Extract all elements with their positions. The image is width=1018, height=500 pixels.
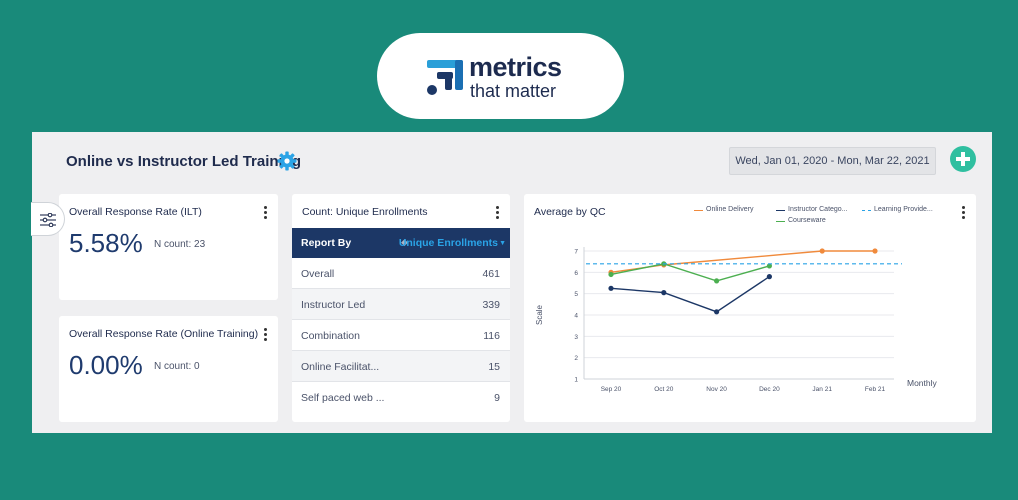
x-tick-label: Nov 20	[706, 386, 727, 393]
series-point-2	[714, 278, 720, 284]
x-tick-label: Sep 20	[601, 386, 622, 393]
table-row[interactable]: Instructor Led 339	[292, 289, 510, 320]
response-rate-ilt-card: Overall Response Rate (ILT) 5.58% N coun…	[59, 194, 278, 300]
filter-toggle[interactable]	[31, 202, 65, 236]
table-header: Report By ◆ Unique Enrollments ▼	[292, 228, 510, 258]
logo: metrics that matter	[377, 33, 624, 119]
sort-desc-icon[interactable]: ▼	[499, 240, 506, 247]
x-tick-label: Feb 21	[865, 386, 886, 393]
x-tick-label: Jan 21	[812, 386, 832, 393]
sliders-icon	[40, 213, 56, 227]
line-chart: 1 2 3 4 5 6 7 Sep 20 Oct 20 Nov 20 Dec 20 Jan 21 Feb…	[535, 247, 938, 393]
series-point-1	[766, 274, 772, 280]
y-tick-label: 4	[574, 313, 578, 320]
table-row[interactable]: Online Facilitat... 15	[292, 351, 510, 382]
series-point-1	[714, 309, 720, 315]
series-point-2	[608, 271, 614, 278]
x-axis-label: Monthly	[907, 378, 938, 388]
dashboard-panel: Online vs Instructor Led Training Wed, J…	[31, 132, 992, 433]
average-by-qc-card: Average by QC Online Delivery Instructor…	[524, 194, 976, 422]
column-header-report-by[interactable]: Report By	[301, 237, 351, 249]
add-icon[interactable]	[950, 146, 976, 172]
series-point-1	[661, 290, 667, 296]
column-header-unique-enrollments[interactable]: Unique Enrollments	[399, 237, 498, 249]
series-line-1	[610, 276, 770, 313]
legend-swatch-learning-provider	[862, 210, 871, 211]
y-tick-label: 6	[574, 270, 578, 277]
series-point-0	[819, 248, 825, 254]
n-count: N count: 0	[154, 361, 200, 372]
legend-swatch-online-delivery	[694, 210, 703, 211]
card-title: Count: Unique Enrollments	[302, 206, 428, 218]
n-count: N count: 23	[154, 239, 206, 250]
table-row[interactable]: Combination 116	[292, 320, 510, 351]
x-tick-label: Dec 20	[759, 386, 780, 393]
y-tick-label: 5	[574, 291, 578, 298]
unique-enrollments-card: Count: Unique Enrollments Report By ◆ Un…	[292, 194, 510, 422]
y-tick-label: 7	[574, 249, 578, 256]
legend-instructor-category[interactable]: Instructor Catego...	[788, 206, 848, 213]
legend-learning-provider[interactable]: Learning Provide...	[874, 206, 933, 213]
series-point-0	[872, 248, 878, 254]
more-options-icon[interactable]	[264, 328, 268, 342]
y-tick-label: 3	[574, 334, 578, 341]
more-options-icon[interactable]	[496, 206, 500, 220]
date-range-picker[interactable]: Wed, Jan 01, 2020 - Mon, Mar 22, 2021	[729, 147, 936, 175]
card-title: Overall Response Rate (ILT)	[69, 206, 202, 218]
response-rate-online-card: Overall Response Rate (Online Training) …	[59, 316, 278, 422]
series-line-0	[610, 250, 875, 274]
chart-title: Average by QC	[534, 206, 606, 218]
metrics-logo-icon	[427, 60, 463, 95]
legend-online-delivery[interactable]: Online Delivery	[706, 206, 753, 213]
more-options-icon[interactable]	[264, 206, 268, 220]
series-point-1	[608, 285, 614, 291]
logo-wordmark: metrics	[469, 52, 562, 82]
y-axis-label: Scale	[535, 304, 544, 325]
page-title: Online vs Instructor Led Training	[66, 153, 302, 170]
y-tick-label: 1	[574, 377, 578, 384]
legend-swatch-instructor	[776, 210, 785, 211]
gear-icon[interactable]	[277, 151, 297, 171]
response-rate-value: 0.00%	[69, 350, 143, 380]
more-options-icon[interactable]	[962, 206, 966, 220]
card-title: Overall Response Rate (Online Training)	[69, 328, 259, 340]
table-row[interactable]: Overall 461	[292, 258, 510, 289]
x-tick-label: Oct 20	[654, 386, 674, 393]
y-tick-label: 2	[574, 355, 578, 362]
table-row[interactable]: Self paced web ... 9	[292, 382, 510, 413]
logo-tagline: that matter	[470, 81, 557, 101]
response-rate-value: 5.58%	[69, 228, 143, 258]
